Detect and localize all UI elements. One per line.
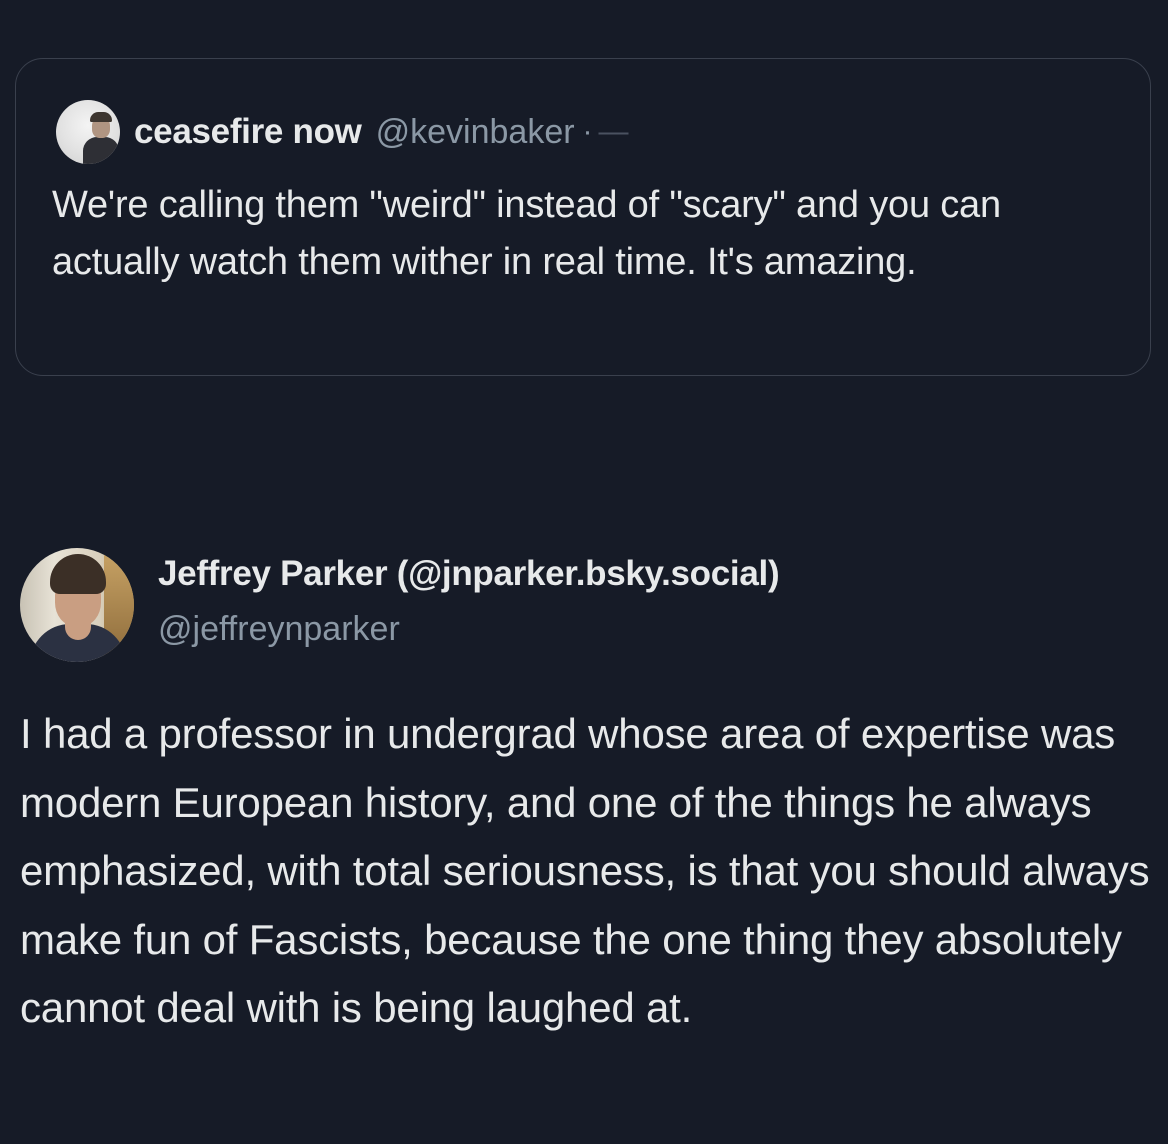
post-author-avatar[interactable]: [20, 548, 134, 662]
quoted-post-handle[interactable]: @kevinbaker: [376, 113, 575, 152]
post-body-text: I had a professor in undergrad whose are…: [20, 710, 1150, 1031]
avatar-shoulders: [83, 137, 119, 164]
post-author-display-name[interactable]: Jeffrey Parker (@jnparker.bsky.social): [158, 554, 780, 594]
quoted-post-text: We're calling them "weird" instead of "s…: [52, 184, 1001, 283]
quoted-post-header: ceasefire now @kevinbaker · —: [56, 99, 629, 165]
avatar-hair: [90, 112, 112, 122]
quoted-post-separator: ·: [582, 115, 593, 148]
post-author-handle[interactable]: @jeffreynparker: [158, 610, 400, 649]
quoted-post-card[interactable]: ceasefire now @kevinbaker · — We're call…: [15, 58, 1151, 376]
quoted-post-timestamp: —: [598, 115, 629, 148]
quoted-post-display-name[interactable]: ceasefire now: [134, 112, 362, 152]
quoted-post-avatar[interactable]: [56, 100, 120, 164]
avatar-hair: [50, 554, 106, 594]
